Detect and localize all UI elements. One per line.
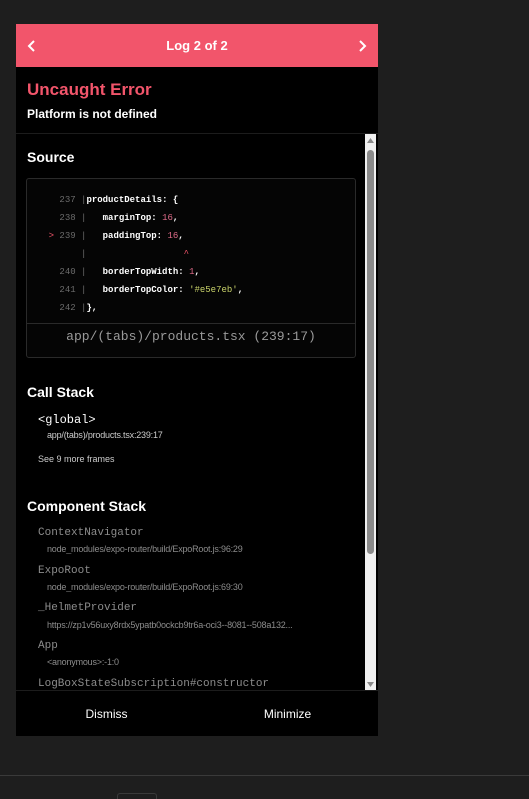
code-divider <box>27 323 355 324</box>
code-line: 238 | marginTop: 16, <box>59 213 179 223</box>
component-name: ExpoRoot <box>38 565 91 577</box>
scroll-up-icon[interactable] <box>365 134 376 146</box>
log-counter: Log 2 of 2 <box>166 38 228 53</box>
component-stack-heading: Component Stack <box>27 498 147 514</box>
log-details-scroll[interactable]: Source 237 |productDetails: { 238 | marg… <box>16 134 378 690</box>
stack-frame-function[interactable]: <global> <box>38 413 96 427</box>
code-line: 242 |}, <box>59 303 98 313</box>
log-footer: Dismiss Minimize <box>16 690 378 736</box>
next-log-button[interactable] <box>346 24 378 67</box>
error-message: Platform is not defined <box>27 107 158 121</box>
code-lines: 237 |productDetails: { 238 | marginTop: … <box>27 191 355 317</box>
see-more-frames-button[interactable]: See 9 more frames <box>38 454 115 464</box>
prev-log-button[interactable] <box>16 24 48 67</box>
log-header: Log 2 of 2 <box>16 24 378 67</box>
component-location: node_modules/expo-router/build/ExpoRoot.… <box>47 544 243 554</box>
error-title: Uncaught Error <box>27 80 152 99</box>
chevron-left-icon <box>27 39 35 52</box>
component-name: App <box>38 640 58 652</box>
code-line: 237 |productDetails: { <box>59 195 179 205</box>
code-frame: 237 |productDetails: { 238 | marginTop: … <box>26 178 356 358</box>
code-line: | ^ <box>75 249 190 259</box>
scrollbar-thumb[interactable] <box>367 150 374 554</box>
logbox-panel: Log 2 of 2 Uncaught Error Platform is no… <box>16 24 378 736</box>
component-name: _HelmetProvider <box>38 602 138 614</box>
component-location: node_modules/expo-router/build/ExpoRoot.… <box>47 582 243 592</box>
dismiss-button[interactable]: Dismiss <box>16 691 197 736</box>
error-summary: Uncaught Error Platform is not defined <box>16 67 378 134</box>
call-stack-heading: Call Stack <box>27 384 94 400</box>
component-name: ContextNavigator <box>38 527 144 539</box>
code-line: > 239 | paddingTop: 16, <box>48 231 184 241</box>
component-location: https://zp1v56uxy8rdx5ypatb0ockcb9tr6a-o… <box>47 620 293 630</box>
source-heading: Source <box>27 149 75 165</box>
code-line: 241 | borderTopColor: '#e5e7eb', <box>59 285 244 295</box>
bottom-divider <box>0 775 529 776</box>
minimize-button[interactable]: Minimize <box>197 691 378 736</box>
component-name: LogBoxStateSubscription#constructor <box>38 678 270 690</box>
code-line: 240 | borderTopWidth: 1, <box>59 267 200 277</box>
scrollbar[interactable] <box>365 134 376 690</box>
component-location: <anonymous>:-1:0 <box>47 657 119 667</box>
stack-frame-location: app/(tabs)/products.tsx:239:17 <box>47 430 163 440</box>
bottom-tab[interactable] <box>117 793 157 799</box>
code-file-location[interactable]: app/(tabs)/products.tsx (239:17) <box>27 329 355 344</box>
chevron-right-icon <box>359 39 367 52</box>
scroll-down-icon[interactable] <box>365 678 376 690</box>
